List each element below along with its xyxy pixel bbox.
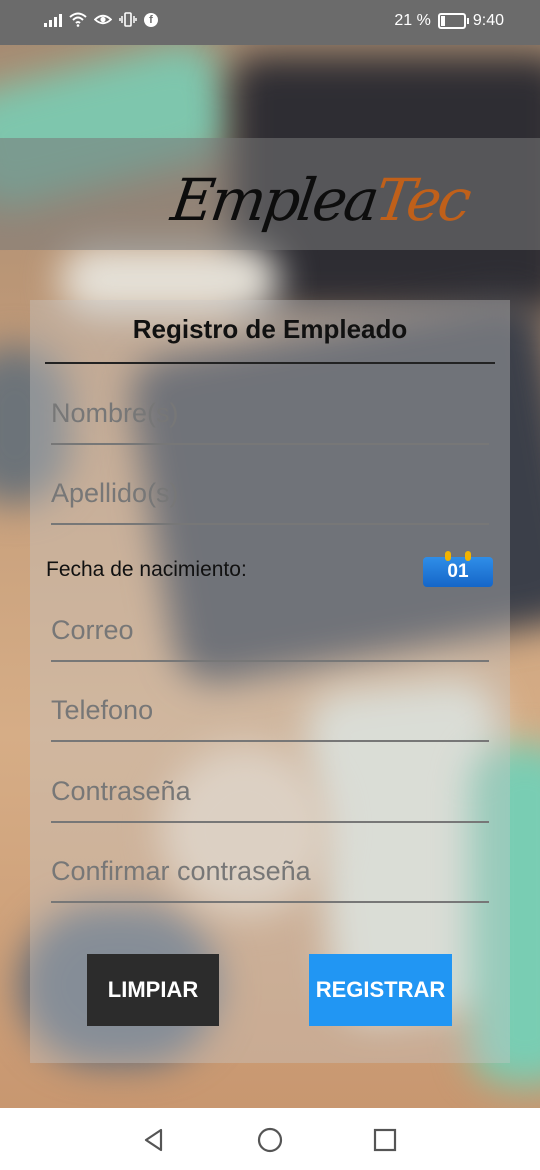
wifi-icon: [69, 12, 87, 27]
confirmar-underline: [51, 901, 489, 903]
status-bar: f 21 % 9:40: [0, 0, 540, 45]
confirmar-field-container: [51, 847, 489, 903]
battery-icon: [437, 13, 469, 29]
contrasena-underline: [51, 821, 489, 823]
clear-button[interactable]: LIMPIAR: [87, 954, 219, 1026]
eye-icon: [94, 14, 112, 25]
clock: 9:40: [472, 12, 504, 29]
telefono-field-container: [51, 686, 489, 742]
register-button[interactable]: REGISTRAR: [309, 954, 452, 1026]
form-title: Registro de Empleado: [132, 314, 408, 344]
home-icon[interactable]: [256, 1126, 284, 1154]
apellido-input[interactable]: [51, 469, 489, 517]
correo-underline: [51, 660, 489, 662]
correo-field-container: [51, 606, 489, 662]
phone-input[interactable]: [51, 686, 489, 734]
logo-part-2: Tec: [371, 166, 473, 234]
battery-percent: 21 %: [394, 12, 431, 29]
registration-form: Registro de Empleado Fecha de nacimiento…: [30, 300, 510, 1063]
dob-label: Fecha de nacimiento:: [46, 558, 247, 581]
confirm-password-input[interactable]: [51, 847, 489, 895]
nombre-field-container: [51, 389, 489, 445]
facebook-icon: f: [144, 12, 158, 27]
title-divider: [45, 362, 495, 364]
nombre-underline: [51, 443, 489, 445]
app-logo: EmpleaTec: [167, 166, 472, 234]
password-input[interactable]: [51, 767, 489, 815]
back-icon[interactable]: [140, 1126, 168, 1154]
email-input[interactable]: [51, 606, 489, 654]
signal-icon: [44, 13, 62, 27]
apellido-field-container: [51, 469, 489, 525]
header-band: EmpleaTec: [0, 138, 540, 250]
calendar-icon[interactable]: 01: [423, 551, 493, 589]
contrasena-field-container: [51, 767, 489, 823]
recents-icon[interactable]: [371, 1126, 399, 1154]
calendar-day: 01: [423, 557, 493, 587]
logo-part-1: Emplea: [167, 166, 381, 234]
vibrate-icon: [119, 12, 137, 27]
nombre-input[interactable]: [51, 389, 489, 437]
telefono-underline: [51, 740, 489, 742]
apellido-underline: [51, 523, 489, 525]
navigation-bar: [0, 1108, 540, 1170]
